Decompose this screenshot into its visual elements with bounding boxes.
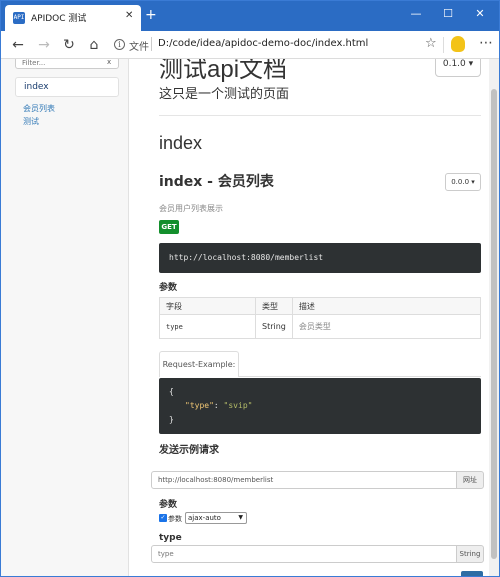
toolbar-divider	[443, 37, 444, 53]
example-code-block: { "type": "svip" }	[159, 378, 481, 434]
column-header: 描述	[291, 297, 482, 315]
scrollbar-thumb[interactable]	[491, 89, 497, 559]
send-url-input[interactable]	[158, 474, 448, 486]
browser-window: API APIDOC 测试 ✕ + — ☐ ✕ ← → ↻ ⌂ i 文件 D:/…	[0, 0, 500, 577]
params-checkbox[interactable]: ✓	[159, 514, 167, 522]
param-type: String	[255, 314, 293, 339]
request-example-tab[interactable]: Request-Example:	[159, 351, 239, 377]
type-addon: String	[456, 545, 484, 563]
minimize-icon[interactable]: —	[401, 4, 431, 24]
params-checkbox-label: 参数	[168, 515, 182, 523]
endpoint-version-dropdown[interactable]: 0.0.0 ▾	[445, 173, 481, 191]
endpoint-description: 会员用户列表展示	[159, 204, 223, 213]
send-params-heading: 参数	[159, 500, 178, 510]
more-menu-icon[interactable]: ⋯	[479, 35, 493, 51]
main-content: 测试api文档 这只是一个测试的页面 0.1.0 ▾ index index -…	[151, 59, 484, 576]
chevron-down-icon: ▼	[238, 514, 243, 521]
endpoint-title: index - 会员列表	[159, 174, 274, 190]
back-icon[interactable]: ←	[9, 35, 27, 55]
table-row: type String 会员类型	[159, 314, 482, 339]
sidebar-item-index[interactable]: index	[15, 77, 119, 97]
column-header: 字段	[159, 297, 256, 315]
field-label-type: type	[159, 533, 182, 543]
type-field-group: String	[151, 545, 484, 563]
filter-box: x	[15, 59, 119, 69]
param-field: type	[159, 314, 256, 339]
params-heading: 参数	[159, 283, 178, 293]
send-url-group: 网址	[151, 471, 484, 489]
favorite-star-icon[interactable]: ☆	[425, 36, 437, 51]
tab-underline	[239, 376, 481, 377]
sidebar: x index 会员列表 测试	[1, 59, 129, 576]
endpoint-url-block: http://localhost:8080/memberlist	[159, 243, 481, 273]
code-line: "type": "svip"	[185, 401, 252, 410]
send-button[interactable]	[461, 571, 483, 576]
page-subtitle: 这只是一个测试的页面	[159, 87, 290, 102]
select-value: ajax-auto	[188, 514, 221, 522]
type-input[interactable]	[158, 548, 438, 560]
extension-icon[interactable]	[451, 36, 465, 52]
maximize-icon[interactable]: ☐	[433, 4, 463, 24]
code-value: "svip"	[223, 401, 253, 410]
info-icon[interactable]: i	[114, 39, 125, 50]
tab-bar: API APIDOC 测试 ✕ + — ☐ ✕	[1, 1, 499, 31]
favicon-icon: API	[13, 12, 25, 24]
code-key: "type"	[185, 401, 214, 410]
home-icon[interactable]: ⌂	[85, 35, 103, 55]
page: x index 会员列表 测试 测试api文档 这只是一个测试的页面 0.1.0…	[1, 59, 499, 576]
version-dropdown[interactable]: 0.1.0 ▾	[435, 59, 481, 77]
reload-icon[interactable]: ↻	[60, 35, 78, 55]
method-badge: GET	[159, 220, 179, 234]
window-close-icon[interactable]: ✕	[465, 4, 495, 24]
param-desc: 会员类型	[291, 314, 482, 339]
filter-clear-icon[interactable]: x	[107, 59, 111, 66]
code-line: }	[169, 415, 174, 424]
group-title: index	[159, 133, 203, 153]
column-header: 类型	[255, 297, 293, 315]
address-scheme: 文件	[129, 42, 149, 53]
code-colon: :	[213, 401, 224, 410]
filter-input[interactable]	[22, 59, 102, 68]
sidebar-link-test[interactable]: 测试	[23, 116, 39, 127]
params-table: 字段 类型 描述 type String 会员类型	[159, 297, 482, 339]
sidebar-item-label: index	[24, 82, 49, 92]
divider	[159, 115, 481, 116]
browser-tab[interactable]: API APIDOC 测试 ✕	[5, 5, 141, 31]
address-divider	[151, 37, 152, 51]
address-url[interactable]: D:/code/idea/apidoc-demo-doc/index.html	[158, 38, 368, 49]
tab-title: APIDOC 测试	[31, 14, 87, 24]
page-title: 测试api文档	[159, 59, 288, 83]
send-request-heading: 发送示例请求	[159, 445, 219, 456]
new-tab-icon[interactable]: +	[145, 7, 157, 23]
address-bar: ← → ↻ ⌂ i 文件 D:/code/idea/apidoc-demo-do…	[1, 31, 499, 59]
send-url-addon: 网址	[456, 471, 484, 489]
forward-icon[interactable]: →	[35, 35, 53, 55]
table-header-row: 字段 类型 描述	[159, 297, 482, 315]
scrollbar[interactable]	[489, 59, 499, 576]
content-type-select[interactable]: ajax-auto ▼	[185, 512, 247, 524]
code-line: {	[169, 387, 174, 396]
endpoint-url: http://localhost:8080/memberlist	[169, 253, 324, 262]
tab-close-icon[interactable]: ✕	[125, 10, 133, 21]
sidebar-link-member-list[interactable]: 会员列表	[23, 103, 55, 114]
